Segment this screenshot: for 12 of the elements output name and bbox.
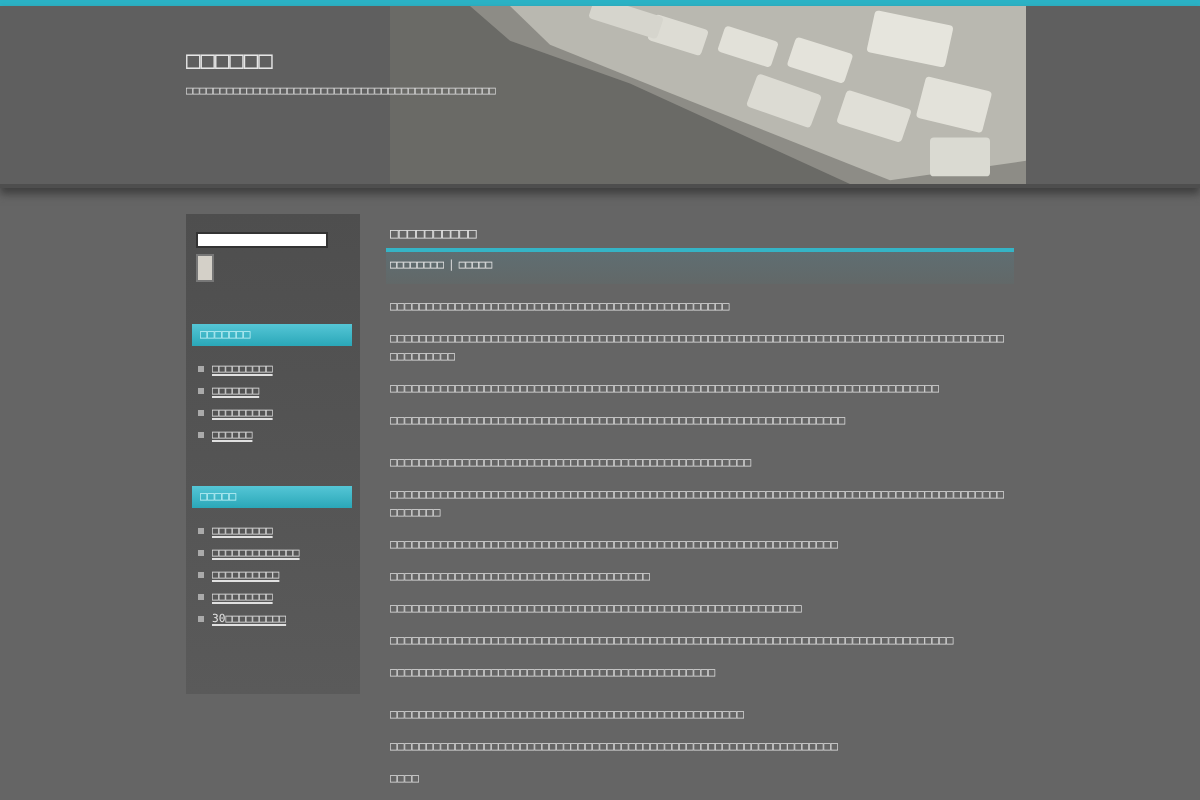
bullet-icon [198,528,204,534]
bullet-icon [198,594,204,600]
search-field[interactable] [196,232,328,248]
bullet-icon [198,410,204,416]
bullet-icon [198,550,204,556]
bullet-icon [198,366,204,372]
bullet-icon [198,616,204,622]
site-title[interactable]: □□□□□□ [186,44,1014,76]
search-button[interactable] [196,254,214,282]
bullet-icon [198,388,204,394]
bullet-icon [198,432,204,438]
bullet-icon [198,572,204,578]
